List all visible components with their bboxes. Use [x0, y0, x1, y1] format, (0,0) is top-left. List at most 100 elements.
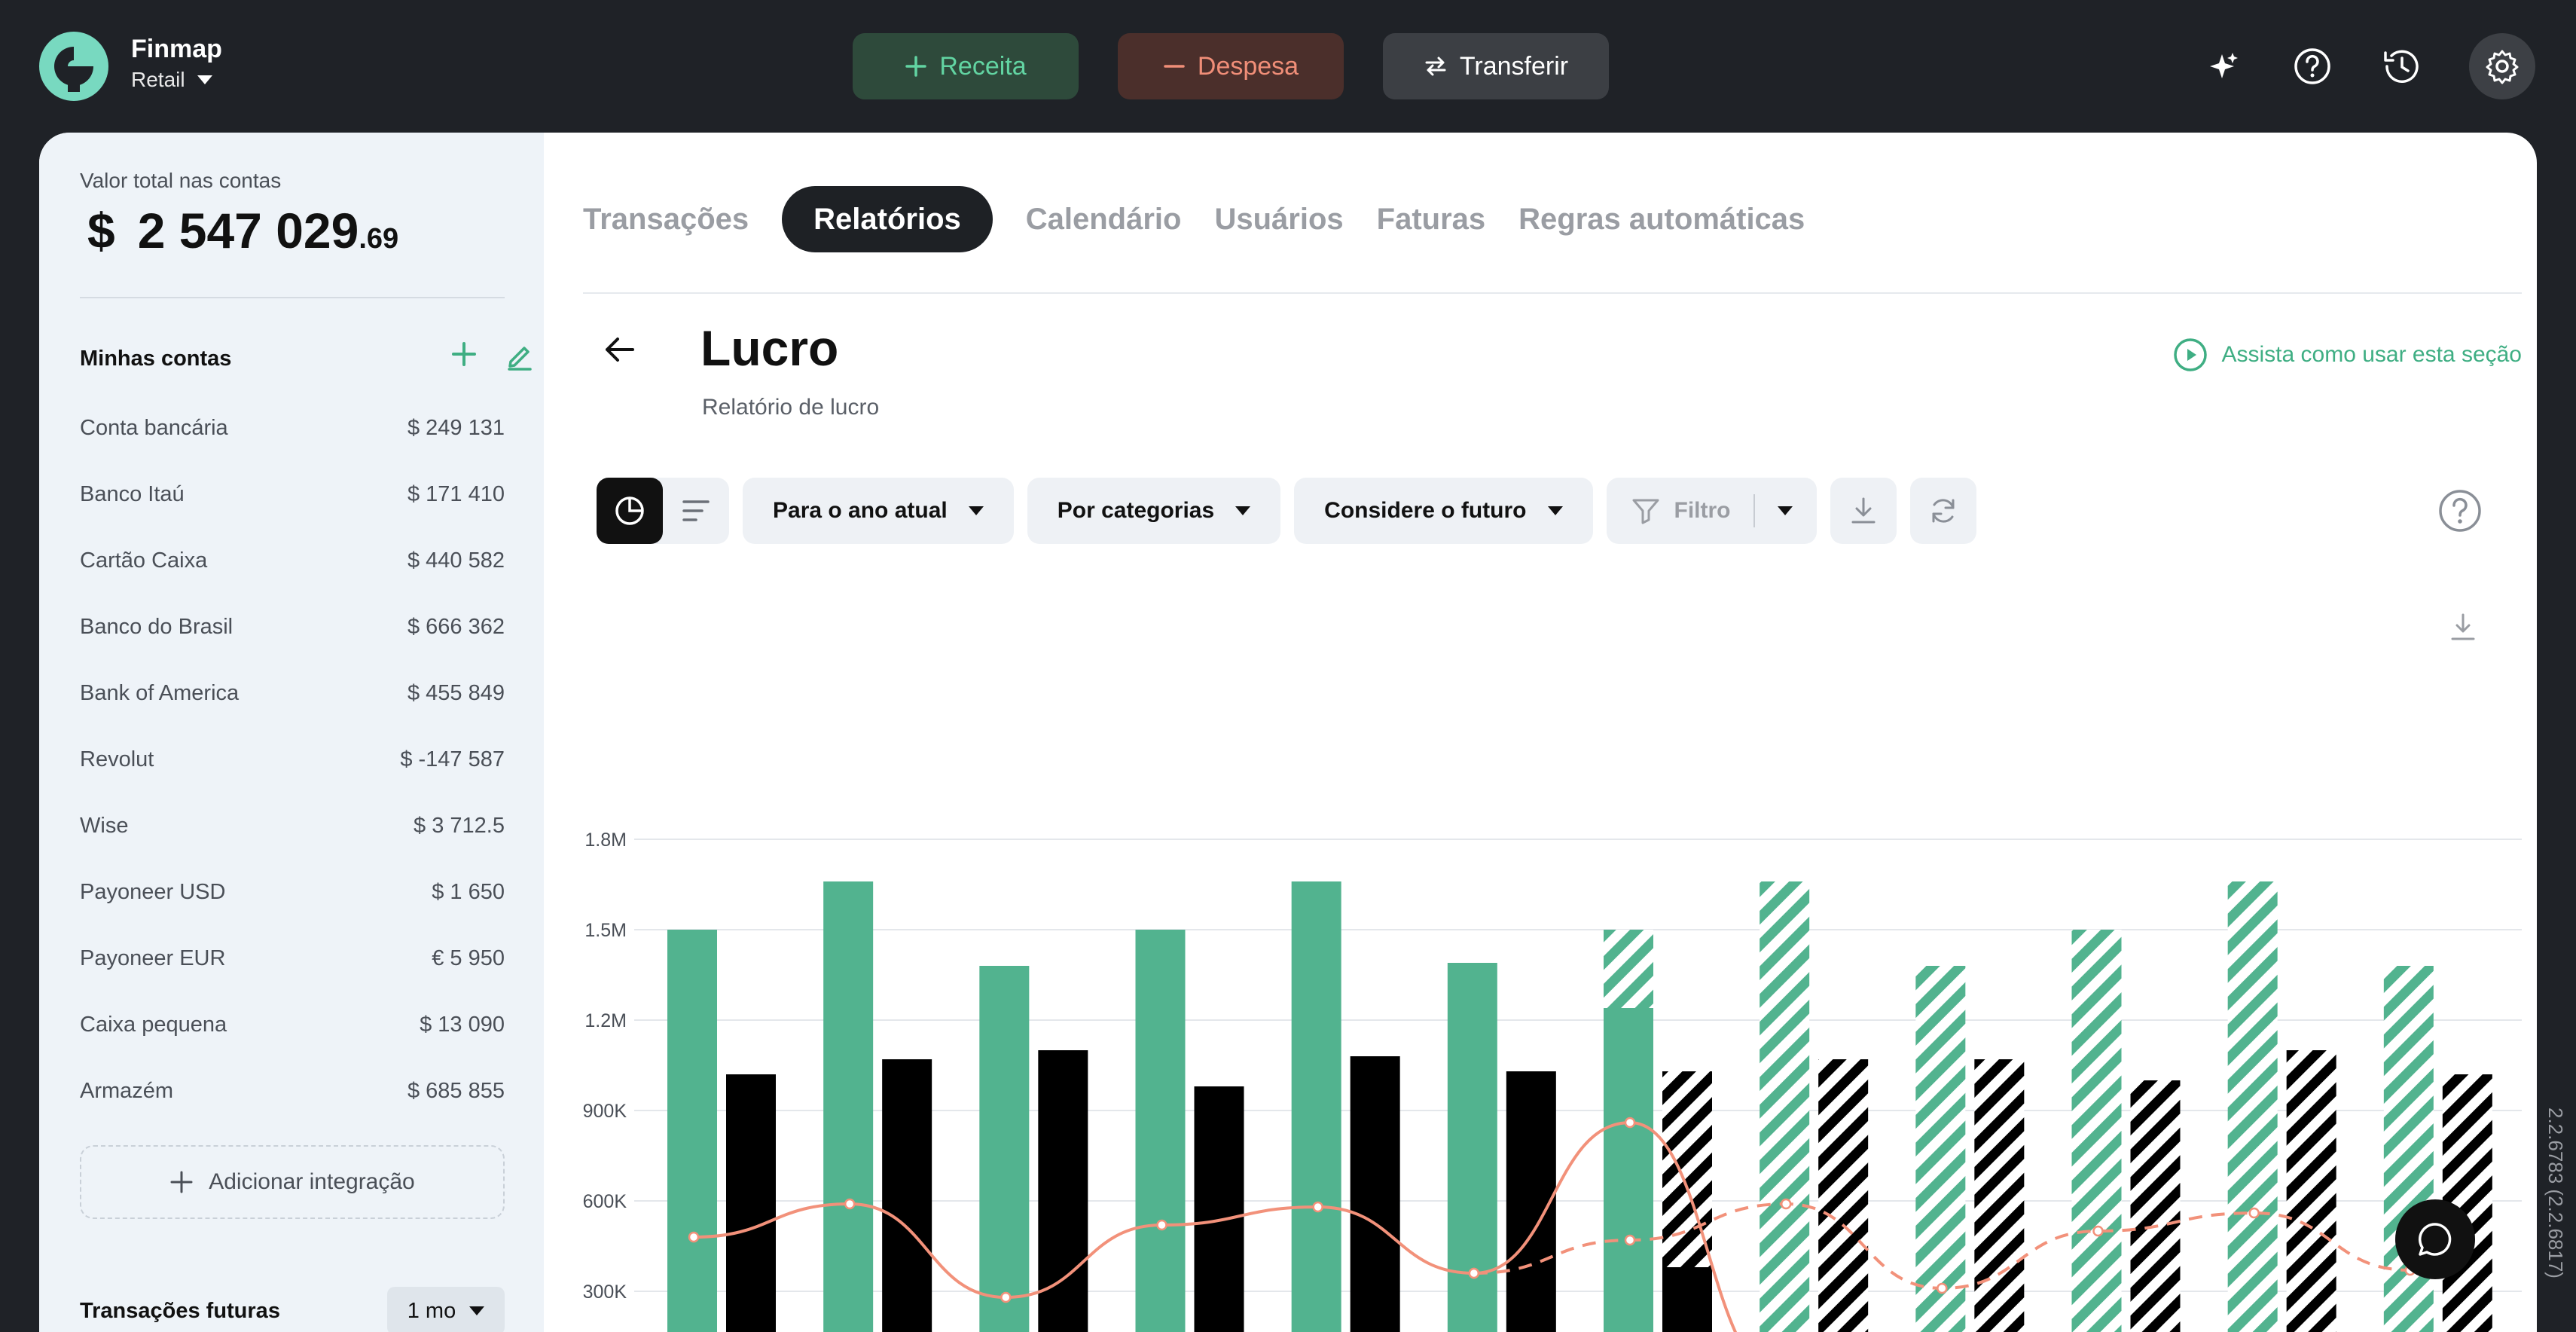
profit-point — [688, 1231, 700, 1243]
account-row[interactable]: Conta bancária $ 249 131 — [80, 395, 505, 461]
profit-forecast-point — [1780, 1198, 1792, 1210]
add-account-icon[interactable] — [447, 338, 481, 371]
y-tick-label: 900K — [583, 1101, 627, 1122]
expense-bar — [2286, 1050, 2336, 1332]
income-bar — [2071, 930, 2122, 1332]
account-amount: $ 13 090 — [420, 1012, 505, 1037]
y-tick-label: 300K — [583, 1282, 627, 1303]
future-value: Considere o futuro — [1324, 498, 1527, 523]
total-balance-label: Valor total nas contas — [80, 169, 282, 192]
account-name: Cartão Caixa — [80, 548, 208, 573]
chart-view-button[interactable] — [597, 478, 663, 544]
accounts-list: Conta bancária $ 249 131 Banco Itaú $ 171 4… — [80, 395, 505, 1124]
account-name: Armazém — [80, 1078, 174, 1103]
list-view-button[interactable] — [663, 478, 729, 544]
help-icon[interactable] — [2285, 39, 2339, 93]
plus-icon — [905, 56, 927, 77]
income-bar-actual — [1604, 1008, 1653, 1332]
report-title: Lucro — [700, 320, 839, 376]
expense-bar — [2130, 1080, 2181, 1332]
export-button[interactable] — [1830, 478, 1897, 544]
tab-0[interactable]: Transações — [583, 203, 749, 237]
workspace-name: Retail — [131, 68, 185, 91]
account-name: Conta bancária — [80, 415, 228, 440]
chevron-down-icon — [968, 506, 984, 515]
chart-svg: 0300K600K900K1.2M1.5M1.8M — [583, 829, 2522, 1332]
plus-icon — [170, 1171, 193, 1193]
minus-icon — [1164, 65, 1185, 68]
account-amount: $ 440 582 — [407, 548, 505, 573]
main-card: Valor total nas contas $ 2 547 029 .69 M… — [39, 133, 2537, 1332]
income-bar — [1291, 881, 1341, 1332]
profit-point — [844, 1198, 856, 1210]
add-income-button[interactable]: Receita — [853, 33, 1079, 99]
help-icon[interactable] — [2436, 487, 2484, 535]
filter-label: Filtro — [1674, 498, 1731, 523]
profit-forecast-point — [1937, 1282, 1948, 1294]
income-bar — [1760, 881, 1810, 1332]
account-name: Banco do Brasil — [80, 614, 233, 639]
chat-bubble-icon — [2418, 1223, 2452, 1256]
edit-accounts-icon[interactable] — [503, 339, 536, 372]
account-amount: $ 685 855 — [407, 1078, 505, 1103]
account-row[interactable]: Wise $ 3 712.5 — [80, 793, 505, 859]
tabs-nav: Transações Relatórios Calendário Usuários Fa… — [583, 185, 1805, 253]
tab-3[interactable]: Usuários — [1214, 203, 1343, 237]
tab-1[interactable]: Relatórios — [782, 186, 993, 252]
account-row[interactable]: Cartão Caixa $ 440 582 — [80, 527, 505, 594]
tab-2[interactable]: Calendário — [1026, 203, 1182, 237]
divider — [1753, 494, 1755, 527]
filter-icon — [1632, 499, 1659, 524]
account-name: Payoneer USD — [80, 879, 226, 904]
chat-button[interactable] — [2395, 1199, 2475, 1279]
watch-tutorial-link[interactable]: Assista como usar esta seção — [2173, 338, 2522, 372]
tab-5[interactable]: Regras automáticas — [1518, 203, 1805, 237]
play-circle-icon — [2174, 338, 2208, 371]
account-row[interactable]: Caixa pequena $ 13 090 — [80, 991, 505, 1058]
filter-button[interactable]: Filtro — [1606, 478, 1817, 544]
sparkles-icon[interactable] — [2196, 39, 2251, 93]
account-row[interactable]: Armazém $ 685 855 — [80, 1058, 505, 1124]
profit-forecast-point — [1624, 1234, 1636, 1246]
back-arrow-icon[interactable] — [597, 327, 642, 372]
chevron-down-icon — [469, 1306, 485, 1315]
transfer-button[interactable]: Transferir — [1383, 33, 1609, 99]
chevron-down-icon[interactable] — [1777, 506, 1793, 515]
transfer-arrows-icon — [1425, 57, 1446, 76]
future-period-select[interactable]: 1 mo — [387, 1287, 505, 1332]
period-dropdown[interactable]: Para o ano atual — [743, 478, 1014, 544]
y-tick-label: 1.5M — [584, 920, 627, 941]
income-bar — [1135, 930, 1186, 1332]
workspace-switcher[interactable]: Finmap Retail — [131, 33, 222, 95]
future-transactions-title: Transações futuras — [80, 1299, 280, 1323]
expense-bar — [1350, 1056, 1400, 1332]
account-row[interactable]: Payoneer EUR € 5 950 — [80, 925, 505, 991]
add-expense-button[interactable]: Despesa — [1118, 33, 1344, 99]
expense-bar — [1818, 1059, 1869, 1332]
settings-button[interactable] — [2469, 33, 2535, 99]
account-row[interactable]: Banco do Brasil $ 666 362 — [80, 594, 505, 660]
refresh-button[interactable] — [1909, 478, 1976, 544]
account-name: Bank of America — [80, 680, 240, 705]
profit-chart: 0300K600K900K1.2M1.5M1.8M — [583, 675, 2522, 1332]
grouping-dropdown[interactable]: Por categorias — [1027, 478, 1281, 544]
chart-download-icon[interactable] — [2448, 612, 2478, 642]
history-icon[interactable] — [2374, 39, 2428, 93]
account-row[interactable]: Banco Itaú $ 171 410 — [80, 461, 505, 527]
future-dropdown[interactable]: Considere o futuro — [1294, 478, 1593, 544]
add-integration-button[interactable]: Adicionar integração — [80, 1145, 505, 1219]
income-bar — [2227, 881, 2278, 1332]
account-row[interactable]: Bank of America $ 455 849 — [80, 660, 505, 726]
tab-4[interactable]: Faturas — [1377, 203, 1486, 237]
chevron-down-icon — [1235, 506, 1251, 515]
divider — [583, 292, 2522, 294]
account-row[interactable]: Payoneer USD $ 1 650 — [80, 859, 505, 925]
account-row[interactable]: Revolut $ -147 587 — [80, 726, 505, 793]
expense-bar — [726, 1074, 776, 1332]
refresh-icon — [1932, 499, 1955, 523]
top-bar: Finmap Retail Receita Despesa Transferir — [0, 0, 2576, 133]
expense-bar — [1974, 1059, 2025, 1332]
pie-chart-icon — [615, 496, 644, 525]
finmap-logo[interactable] — [39, 32, 108, 101]
income-bar — [979, 966, 1030, 1332]
